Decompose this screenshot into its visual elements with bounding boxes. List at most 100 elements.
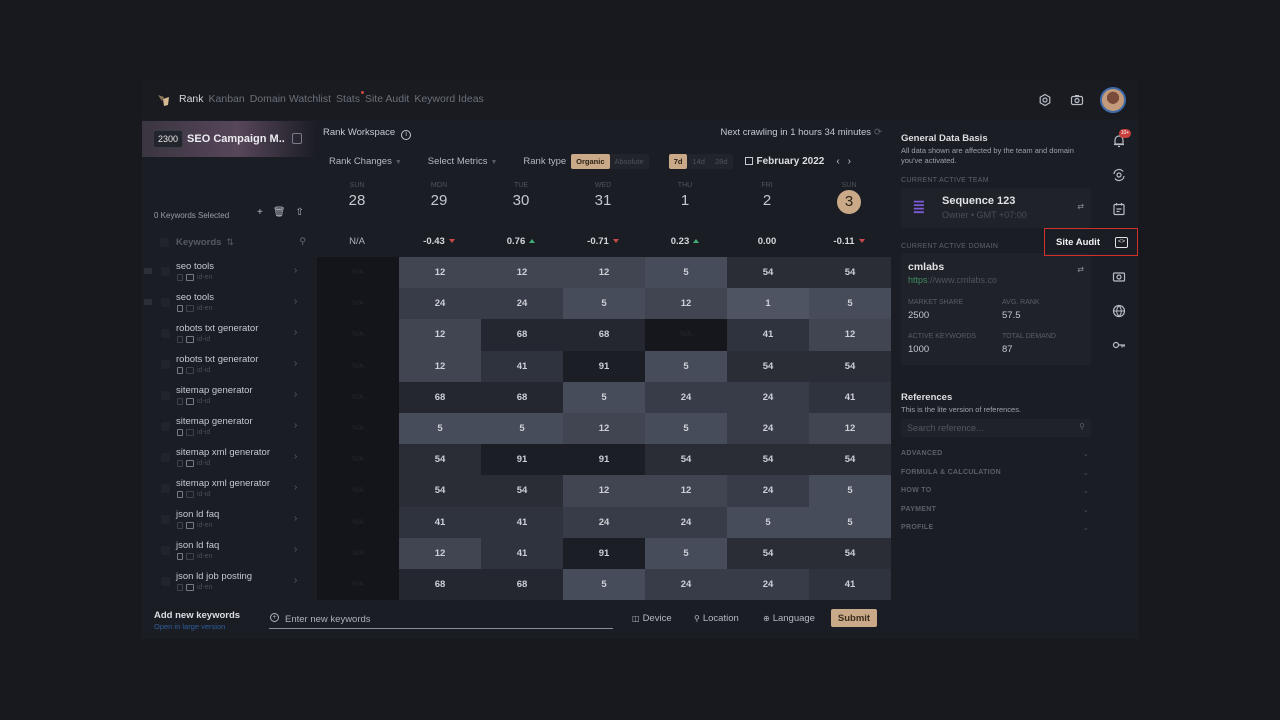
rank-cell[interactable]: 12: [809, 412, 891, 445]
rank-cell[interactable]: 24: [727, 568, 809, 601]
rank-cell[interactable]: 54: [727, 257, 809, 289]
new-keywords-input[interactable]: [285, 611, 605, 627]
reference-search-input[interactable]: [907, 421, 1067, 435]
search-icon[interactable]: ⚲: [299, 236, 306, 247]
day-header[interactable]: WED 31: [562, 179, 644, 229]
rank-cell[interactable]: N/A: [317, 475, 399, 507]
rank-cell[interactable]: N/A: [645, 319, 727, 351]
rank-cell[interactable]: 5: [645, 257, 727, 289]
rank-cell[interactable]: 68: [481, 568, 563, 601]
reference-accordion[interactable]: ADVANCED ⌄: [901, 450, 1089, 458]
rank-cell[interactable]: N/A: [317, 506, 399, 538]
chevron-right-icon[interactable]: ›: [294, 296, 297, 307]
keyword-checkbox[interactable]: [161, 391, 170, 400]
rank-cell[interactable]: 12: [563, 475, 645, 507]
rank-cell[interactable]: 24: [727, 412, 809, 445]
rank-cell[interactable]: 41: [481, 537, 563, 569]
select-all-checkbox[interactable]: [160, 237, 169, 247]
range-7d[interactable]: 7d: [668, 154, 688, 169]
rank-cell[interactable]: 54: [481, 475, 563, 507]
rank-cell[interactable]: N/A: [317, 350, 399, 382]
reference-accordion[interactable]: PAYMENT ⌄: [901, 506, 1089, 514]
calendar-note-icon[interactable]: [1112, 202, 1126, 216]
location-option[interactable]: ⚲ Location: [694, 613, 739, 624]
keyword-checkbox[interactable]: [161, 453, 170, 462]
export-icon[interactable]: ⇧: [296, 207, 304, 218]
open-large-version-link[interactable]: Open in large version: [154, 622, 225, 631]
keyword-checkbox[interactable]: [161, 360, 170, 369]
rank-cell[interactable]: 12: [645, 288, 727, 320]
chevron-right-icon[interactable]: ›: [294, 265, 297, 276]
rank-cell[interactable]: 54: [727, 350, 809, 382]
keyword-row[interactable]: seo tools id-en ›: [142, 258, 316, 289]
rank-cell[interactable]: 24: [645, 568, 727, 601]
rank-cell[interactable]: N/A: [317, 319, 399, 351]
nav-keyword-ideas[interactable]: Keyword Ideas: [414, 93, 483, 105]
rank-cell[interactable]: 12: [399, 537, 481, 569]
rank-cell[interactable]: 68: [481, 381, 563, 413]
next-month-button[interactable]: ›: [848, 156, 859, 167]
month-picker[interactable]: February 2022: [744, 156, 824, 167]
rank-cell[interactable]: 24: [727, 475, 809, 507]
day-header[interactable]: TUE 30: [480, 179, 562, 229]
rank-cell[interactable]: 5: [399, 412, 481, 445]
select-metrics-dropdown[interactable]: Select Metrics ▼: [428, 156, 498, 167]
rank-cell[interactable]: 68: [399, 381, 481, 413]
switch-domain-icon[interactable]: ⇄: [1077, 265, 1084, 274]
rank-cell[interactable]: 5: [809, 475, 891, 507]
reference-accordion[interactable]: HOW TO ⌄: [901, 487, 1089, 495]
keyword-checkbox[interactable]: [161, 298, 170, 307]
rank-cell[interactable]: 5: [727, 506, 809, 538]
sort-icon[interactable]: ⇅: [226, 237, 234, 248]
rank-cell[interactable]: N/A: [317, 257, 399, 289]
rank-cell[interactable]: 5: [645, 412, 727, 445]
keyword-row[interactable]: robots txt generator id-id ›: [142, 320, 316, 351]
rank-cell[interactable]: 41: [809, 381, 891, 413]
rank-cell[interactable]: 5: [563, 568, 645, 601]
chevron-right-icon[interactable]: ›: [294, 482, 297, 493]
rank-cell[interactable]: 91: [563, 537, 645, 569]
keyword-checkbox[interactable]: [161, 267, 170, 276]
rank-cell[interactable]: 54: [727, 444, 809, 476]
chevron-right-icon[interactable]: ›: [294, 389, 297, 400]
rank-cell[interactable]: 41: [481, 506, 563, 538]
keyword-row[interactable]: sitemap generator id-id ›: [142, 413, 316, 444]
chevron-right-icon[interactable]: ›: [294, 451, 297, 462]
rank-cell[interactable]: 12: [399, 350, 481, 382]
rank-cell[interactable]: 54: [399, 444, 481, 476]
keyword-row[interactable]: json ld faq id-en ›: [142, 506, 316, 537]
rank-cell[interactable]: 24: [645, 381, 727, 413]
rank-cell[interactable]: 91: [563, 350, 645, 382]
sync-icon[interactable]: [1112, 168, 1126, 182]
chevron-right-icon[interactable]: ›: [294, 575, 297, 586]
rank-cell[interactable]: N/A: [317, 568, 399, 601]
campaign-selector[interactable]: 2300 SEO Campaign M..: [142, 121, 316, 157]
nav-site-audit[interactable]: Site Audit: [365, 93, 409, 105]
rank-cell[interactable]: N/A: [317, 444, 399, 476]
rank-cell[interactable]: 5: [645, 350, 727, 382]
rank-cell[interactable]: 12: [563, 412, 645, 445]
gear-icon[interactable]: [1038, 93, 1052, 107]
device-option[interactable]: ◫ Device: [632, 613, 672, 624]
rank-cell[interactable]: 5: [809, 288, 891, 320]
rank-cell[interactable]: 24: [481, 288, 563, 320]
keyword-checkbox[interactable]: [161, 484, 170, 493]
rank-cell[interactable]: 12: [645, 475, 727, 507]
chevron-right-icon[interactable]: ›: [294, 358, 297, 369]
nav-rank[interactable]: Rank: [179, 93, 204, 105]
rank-cell[interactable]: 5: [563, 381, 645, 413]
active-domain-card[interactable]: cmlabs https://www.cmlabs.co ⇄ MARKET SH…: [901, 253, 1091, 365]
reference-accordion[interactable]: PROFILE ⌄: [901, 524, 1089, 532]
rank-cell[interactable]: 54: [809, 257, 891, 289]
nav-kanban[interactable]: Kanban: [209, 93, 245, 105]
rank-type-absolute[interactable]: Absolute: [610, 154, 649, 169]
keyword-row[interactable]: seo tools id-en ›: [142, 289, 316, 320]
keyword-checkbox[interactable]: [161, 577, 170, 586]
rank-cell[interactable]: 24: [563, 506, 645, 538]
rank-cell[interactable]: 68: [399, 568, 481, 601]
day-header[interactable]: SUN 28: [316, 179, 398, 229]
rank-cell[interactable]: 24: [645, 506, 727, 538]
rank-cell[interactable]: 41: [399, 506, 481, 538]
chevron-right-icon[interactable]: ›: [294, 327, 297, 338]
rank-cell[interactable]: 5: [481, 412, 563, 445]
